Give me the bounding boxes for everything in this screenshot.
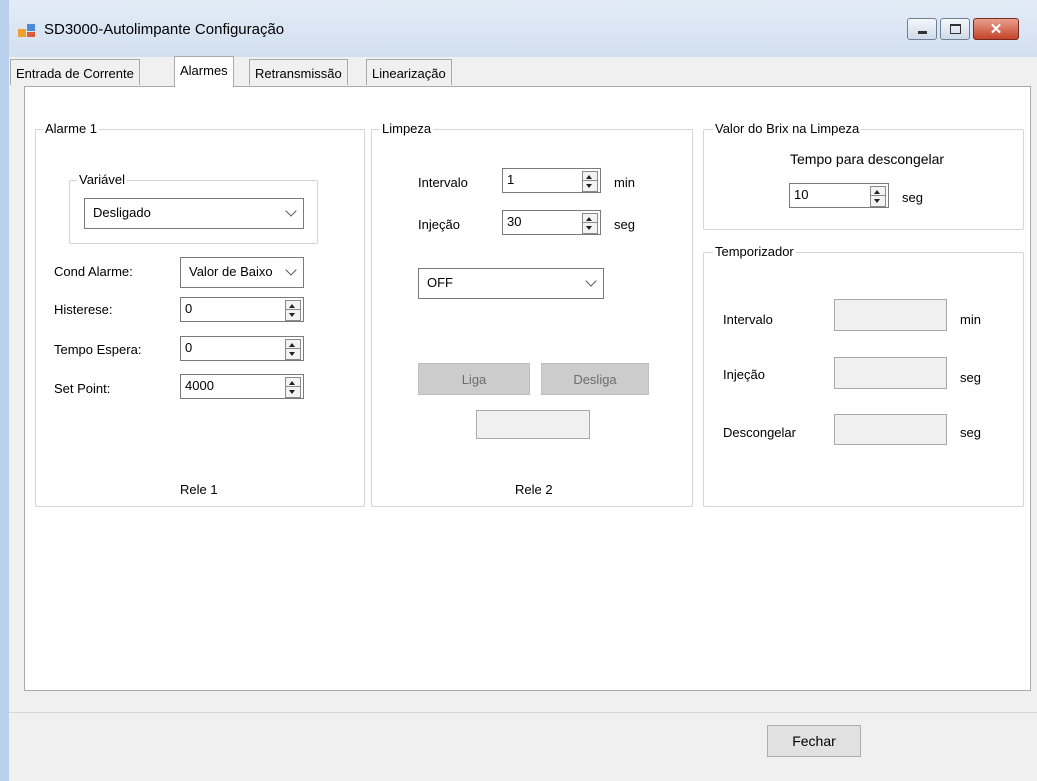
variavel-select[interactable]: Desligado xyxy=(84,198,304,229)
desliga-button-label: Desliga xyxy=(573,371,617,387)
tempo-descongelar-value: 10 xyxy=(794,187,809,202)
brix-group-label: Valor do Brix na Limpeza xyxy=(713,121,862,136)
temporizador-descongelar-label: Descongelar xyxy=(723,425,796,440)
limpeza-mode-selected: OFF xyxy=(427,275,453,290)
temporizador-group-label: Temporizador xyxy=(713,244,796,259)
maximize-icon xyxy=(941,19,969,39)
spinner-arrows-icon[interactable] xyxy=(582,171,598,192)
brix-group xyxy=(703,129,1024,230)
tab-label: Retransmissão xyxy=(255,66,342,81)
maximize-button[interactable] xyxy=(940,18,970,40)
spinner-arrows-icon[interactable] xyxy=(285,300,301,321)
fechar-button[interactable]: Fechar xyxy=(767,725,861,757)
temporizador-injecao-field xyxy=(834,357,947,389)
variavel-selected: Desligado xyxy=(93,205,151,220)
tab-label: Alarmes xyxy=(180,63,228,78)
liga-button[interactable]: Liga xyxy=(418,363,530,395)
cond-alarme-select[interactable]: Valor de Baixo xyxy=(180,257,304,288)
app-icon xyxy=(18,24,35,37)
tempo-espera-value: 0 xyxy=(185,340,193,355)
chevron-down-icon[interactable] xyxy=(585,275,597,287)
tempo-descongelar-label: Tempo para descongelar xyxy=(790,151,945,167)
limpeza-mode-select[interactable]: OFF xyxy=(418,268,604,299)
tempo-espera-input[interactable]: 0 xyxy=(180,336,304,361)
histerese-input[interactable]: 0 xyxy=(180,297,304,322)
temporizador-descongelar-unit: seg xyxy=(960,425,981,440)
histerese-label: Histerese: xyxy=(54,302,113,317)
rele2-label: Rele 2 xyxy=(515,482,553,497)
limpeza-injecao-input[interactable]: 30 xyxy=(502,210,601,235)
chevron-down-icon xyxy=(285,264,297,276)
set-point-label: Set Point: xyxy=(54,381,111,396)
cond-alarme-label: Cond Alarme: xyxy=(54,264,133,279)
tab-linearizacao[interactable]: Linearização xyxy=(366,59,452,85)
limpeza-injecao-value: 30 xyxy=(507,214,522,229)
temporizador-intervalo-label: Intervalo xyxy=(723,312,773,327)
window-left-frame xyxy=(0,0,9,781)
tab-retransmissao[interactable]: Retransmissão xyxy=(249,59,348,85)
cond-alarme-selected: Valor de Baixo xyxy=(189,264,273,279)
limpeza-injecao-unit: seg xyxy=(614,217,635,232)
limpeza-intervalo-unit: min xyxy=(614,175,635,190)
spinner-arrows-icon[interactable] xyxy=(582,213,598,234)
alarme1-group-label: Alarme 1 xyxy=(43,121,100,136)
fechar-button-label: Fechar xyxy=(792,733,836,749)
chevron-down-icon xyxy=(285,205,297,217)
limpeza-group-label: Limpeza xyxy=(380,121,434,136)
liga-button-label: Liga xyxy=(461,371,487,387)
minimize-icon xyxy=(908,19,936,39)
title-bar[interactable]: SD3000-Autolimpante Configuração ✕ xyxy=(0,0,1037,57)
temporizador-injecao-label: Injeção xyxy=(723,367,765,382)
temporizador-intervalo-field xyxy=(834,299,947,331)
tab-entrada-de-corrente[interactable]: Entrada de Corrente xyxy=(10,59,140,85)
limpeza-intervalo-input[interactable]: 1 xyxy=(502,168,601,193)
spinner-arrows-icon[interactable] xyxy=(285,339,301,360)
tab-alarmes[interactable]: Alarmes xyxy=(174,56,234,87)
spinner-arrows-icon[interactable] xyxy=(870,186,886,207)
variavel-group-label: Variável xyxy=(77,172,128,187)
temporizador-injecao-unit: seg xyxy=(960,370,981,385)
set-point-input[interactable]: 4000 xyxy=(180,374,304,399)
spinner-arrows-icon[interactable] xyxy=(285,377,301,398)
close-icon: ✕ xyxy=(989,21,1003,38)
footer-separator xyxy=(9,712,1037,713)
tempo-descongelar-input[interactable]: 10 xyxy=(789,183,889,208)
app-window: SD3000-Autolimpante Configuração ✕ Entra… xyxy=(0,0,1037,781)
limpeza-injecao-label: Injeção xyxy=(418,217,460,232)
tab-label: Linearização xyxy=(372,66,446,81)
desliga-button[interactable]: Desliga xyxy=(541,363,649,395)
tab-label: Entrada de Corrente xyxy=(16,66,134,81)
close-window-button[interactable]: ✕ xyxy=(973,18,1019,40)
tempo-espera-label: Tempo Espera: xyxy=(54,342,142,357)
temporizador-descongelar-field xyxy=(834,414,947,445)
temporizador-intervalo-unit: min xyxy=(960,312,981,327)
limpeza-intervalo-label: Intervalo xyxy=(418,175,468,190)
rele1-label: Rele 1 xyxy=(180,482,218,497)
window-title: SD3000-Autolimpante Configuração xyxy=(44,21,285,38)
minimize-button[interactable] xyxy=(907,18,937,40)
set-point-value: 4000 xyxy=(185,378,214,393)
limpeza-intervalo-value: 1 xyxy=(507,172,515,187)
tempo-descongelar-unit: seg xyxy=(902,190,923,205)
histerese-value: 0 xyxy=(185,301,193,316)
limpeza-status-box xyxy=(476,410,590,439)
